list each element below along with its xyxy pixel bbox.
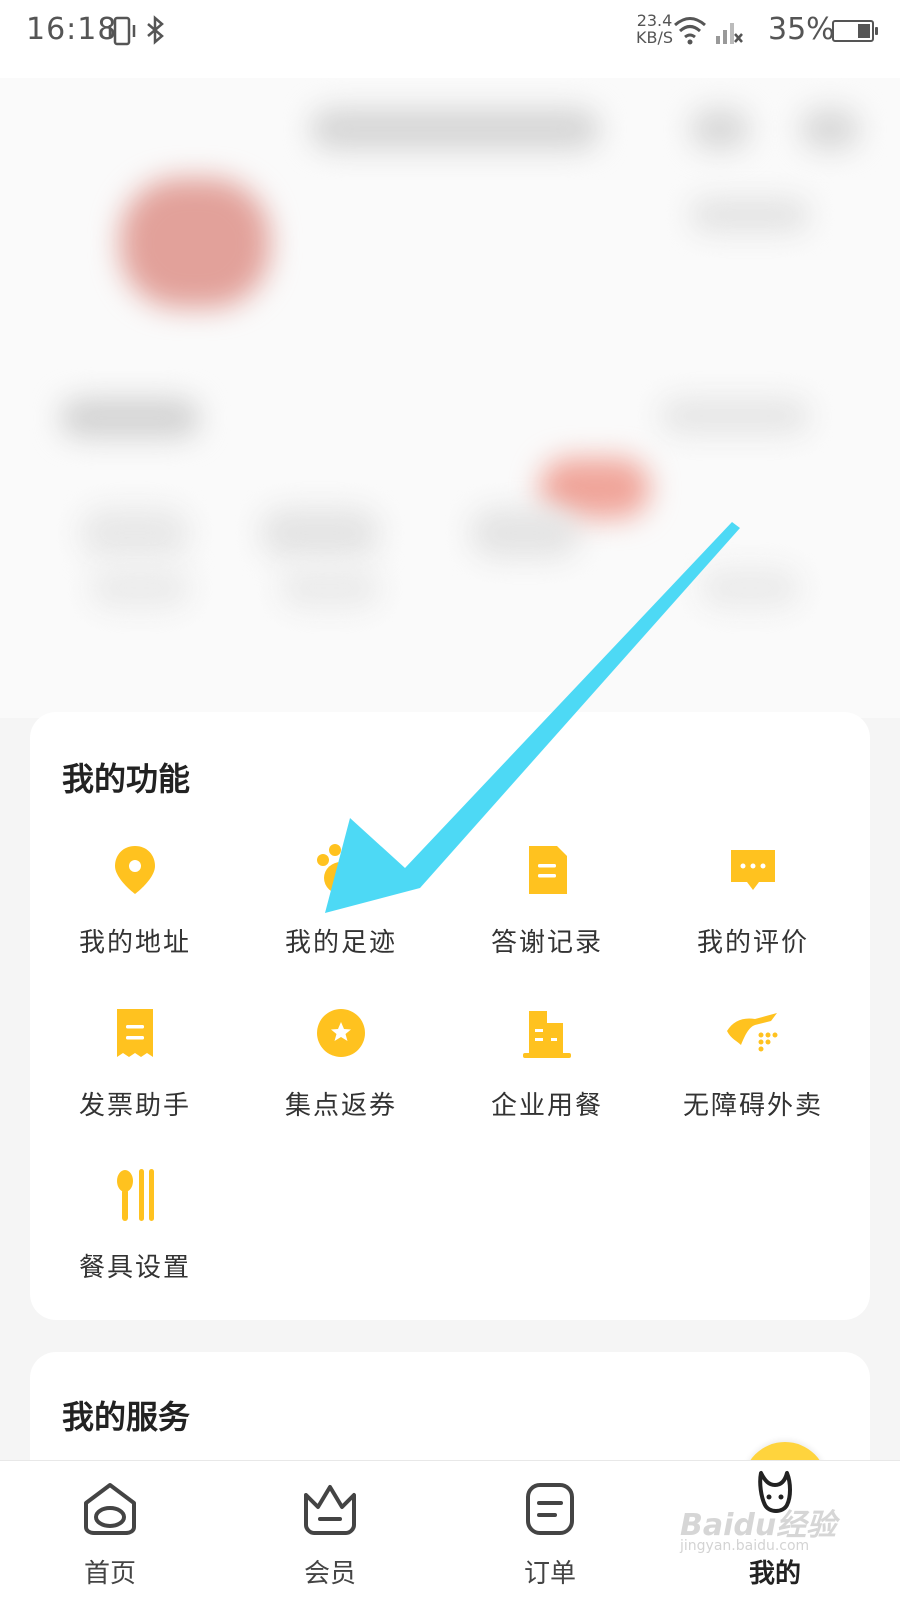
net-speed: 23.4 KB/S xyxy=(636,11,674,47)
battery-percent: 35% xyxy=(768,12,835,47)
document-icon xyxy=(529,846,567,894)
function-invoice-assistant[interactable]: 发票助手 xyxy=(30,1005,240,1155)
watermark-url: jingyan.baidu.com xyxy=(680,1538,810,1554)
vibrate-icon xyxy=(108,16,136,46)
bluetooth-icon xyxy=(147,15,164,45)
function-label: 答谢记录 xyxy=(490,928,603,958)
function-label: 餐具设置 xyxy=(78,1253,191,1283)
tab-label: 订单 xyxy=(523,1559,576,1589)
crown-icon xyxy=(304,1485,356,1535)
function-my-footprint[interactable]: 我的足迹 xyxy=(236,842,446,992)
function-points-coupon[interactable]: 集点返券 xyxy=(236,1005,446,1155)
function-label: 发票助手 xyxy=(78,1091,191,1121)
tab-label: 首页 xyxy=(83,1559,136,1589)
status-time: 16:18 xyxy=(26,12,118,47)
function-label: 集点返券 xyxy=(284,1091,397,1121)
blurred-profile-area xyxy=(0,78,900,718)
tab-label: 会员 xyxy=(303,1559,356,1589)
receipt-icon xyxy=(117,1009,153,1057)
home-face-icon xyxy=(84,1483,136,1535)
function-my-review[interactable]: 我的评价 xyxy=(648,842,858,992)
function-accessible-delivery[interactable]: 无障碍外卖 xyxy=(648,1005,858,1155)
function-label: 我的评价 xyxy=(696,928,809,958)
functions-card-title: 我的功能 xyxy=(62,760,191,798)
function-my-address[interactable]: 我的地址 xyxy=(30,842,240,992)
wifi-icon xyxy=(674,17,706,45)
function-label: 我的地址 xyxy=(78,928,191,958)
cutlery-icon xyxy=(117,1169,154,1221)
status-bar: 16:18 23.4 KB/S 35% xyxy=(0,0,900,78)
tab-label: 我的 xyxy=(748,1559,801,1589)
signal-icon xyxy=(716,23,743,44)
function-thanks-record[interactable]: 答谢记录 xyxy=(442,842,652,992)
tab-home[interactable]: 首页 xyxy=(30,1479,190,1599)
function-label: 无障碍外卖 xyxy=(682,1091,823,1121)
order-list-icon xyxy=(526,1483,574,1535)
function-label: 我的足迹 xyxy=(284,928,397,958)
services-card-title: 我的服务 xyxy=(62,1398,191,1436)
chat-bubble-icon xyxy=(731,850,775,890)
tab-member[interactable]: 会员 xyxy=(250,1479,410,1599)
star-coin-icon xyxy=(317,1009,365,1057)
battery-icon xyxy=(832,20,878,42)
location-pin-icon xyxy=(115,846,155,894)
function-enterprise-dining[interactable]: 企业用餐 xyxy=(442,1005,652,1155)
function-cutlery-settings[interactable]: 餐具设置 xyxy=(30,1167,240,1317)
building-icon xyxy=(523,1011,571,1058)
functions-card: 我的功能 我的地址 我的足迹 答谢记录 我的评价 发票助手 集点返券 企业用餐 … xyxy=(30,712,870,1320)
paw-print-icon xyxy=(317,844,358,894)
accessibility-hand-icon xyxy=(727,1013,778,1052)
tab-orders[interactable]: 订单 xyxy=(470,1479,630,1599)
function-label: 企业用餐 xyxy=(490,1091,603,1121)
